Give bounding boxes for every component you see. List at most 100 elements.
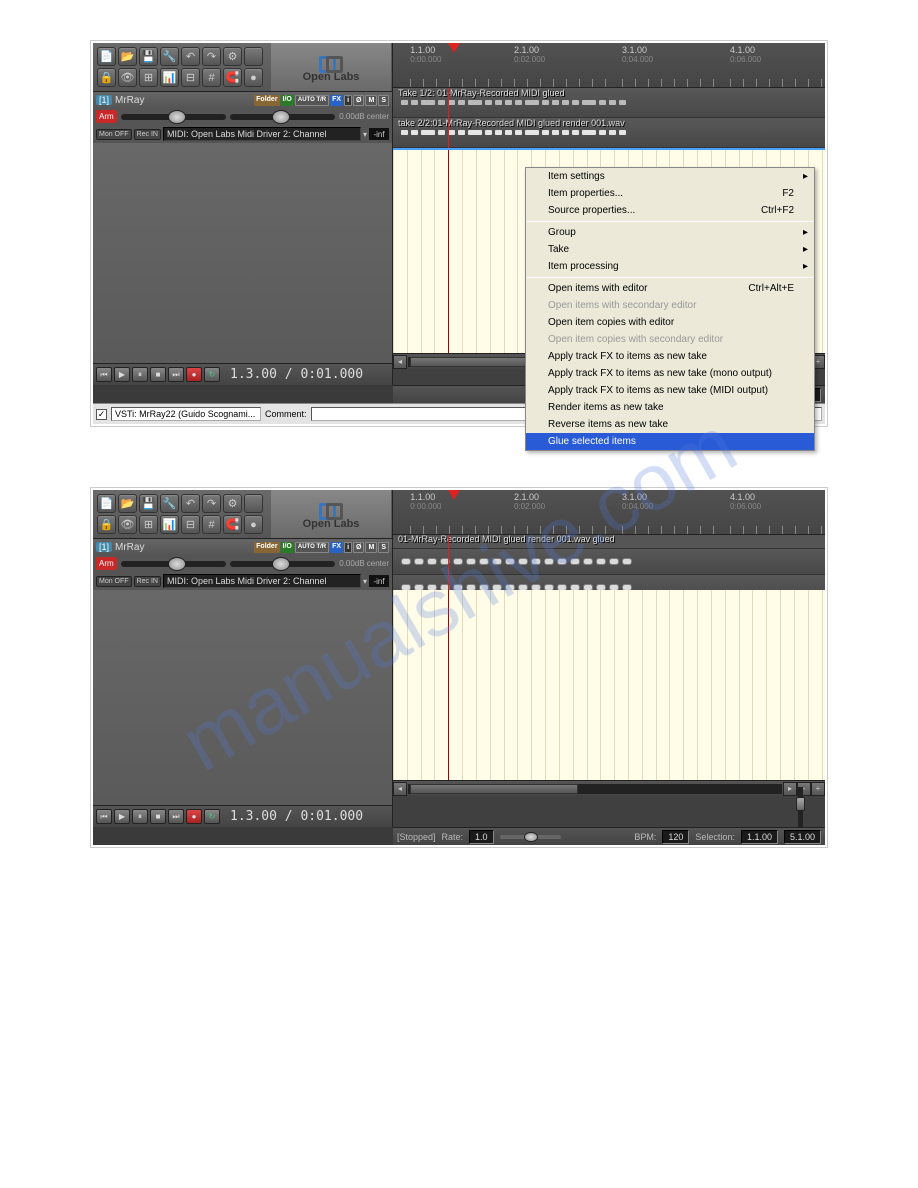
input-select[interactable]: MIDI: Open Labs Midi Driver 2: Channel [163,574,361,588]
pause-button[interactable]: ⏸ [132,367,148,382]
stop-button[interactable]: ■ [150,367,166,382]
arrange-lanes[interactable]: Take 1/2: 01-MrRay-Recorded MIDI glued t… [393,88,825,148]
tb-lock-icon[interactable]: 🔒 [97,68,116,87]
monitor-button[interactable]: Mon OFF [96,129,132,140]
tb-magnet-icon[interactable]: 🧲 [223,68,242,87]
selection-start[interactable]: 1.1.00 [741,830,778,844]
tb-magnet-icon[interactable]: 🧲 [223,515,242,534]
tb-ripple-icon[interactable]: ● [244,68,263,87]
tb-gear-icon[interactable]: ⚙ [223,494,242,513]
scroll-right-icon[interactable]: ▸ [783,782,797,796]
auto-button[interactable]: AUTO T/R [295,95,329,106]
tb-save-icon[interactable]: 💾 [139,47,158,66]
menu-item[interactable]: Take [526,241,814,258]
tb-snap-icon[interactable]: ⊟ [181,515,200,534]
fx-button[interactable]: FX [330,542,343,553]
folder-button[interactable]: Folder [254,95,279,106]
chevron-down-icon[interactable]: ▾ [363,130,367,139]
menu-item[interactable]: Apply track FX to items as new take (mon… [526,365,814,382]
solo-button[interactable]: S [378,95,389,106]
pan-slider[interactable] [230,561,335,567]
fx-name[interactable]: VSTi: MrRay22 (Guido Scognami... [111,407,261,421]
menu-item[interactable]: Apply track FX to items as new take [526,348,814,365]
chevron-down-icon[interactable]: ▾ [363,577,367,586]
forward-button[interactable]: ⏭ [168,367,184,382]
scroll-left-icon[interactable]: ◂ [393,782,407,796]
mute-button[interactable]: M [365,95,377,106]
tb-redo-icon[interactable]: ↷ [202,494,221,513]
menu-item[interactable]: Open item copies with editor [526,314,814,331]
timeline-ruler-2[interactable]: 1.1.000:00.0002.1.000:02.0003.1.000:04.0… [393,490,825,535]
tb-settings-icon[interactable]: 🔧 [160,47,179,66]
track-name[interactable]: MrRay [115,95,254,106]
tb-gear-icon[interactable]: ⚙ [223,47,242,66]
tb-ripple-icon[interactable]: ● [244,515,263,534]
fx-checkbox[interactable]: ✓ [96,409,107,420]
loop-button[interactable]: ↻ [204,367,220,382]
tb-view-icon[interactable]: 👁 [118,68,137,87]
io-button[interactable]: I/O [281,542,294,553]
record-button[interactable]: ● [186,367,202,382]
tb-mixer-icon[interactable]: 📊 [160,515,179,534]
menu-item[interactable]: Group [526,224,814,241]
selection-end[interactable]: 5.1.00 [784,830,821,844]
menu-item[interactable]: Apply track FX to items as new take (MID… [526,382,814,399]
menu-item[interactable]: Reverse items as new take [526,416,814,433]
tb-blank[interactable] [244,47,263,66]
menu-item[interactable]: Source properties...Ctrl+F2 [526,202,814,219]
tb-snap-icon[interactable]: ⊟ [181,68,200,87]
tb-grid-icon[interactable]: ⊞ [139,68,158,87]
timeline-ruler[interactable]: 1.1.000:00.0002.1.000:02.0003.1.000:04.0… [393,43,825,88]
rate-slider[interactable] [500,835,561,839]
menu-item[interactable]: Open items with editorCtrl+Alt+E [526,280,814,297]
menu-item[interactable]: Item settings [526,168,814,185]
record-button[interactable]: ● [186,809,202,824]
tb-settings-icon[interactable]: 🔧 [160,494,179,513]
tb-undo-icon[interactable]: ↶ [181,494,200,513]
arrange-grid-2[interactable] [393,590,825,780]
solo-button[interactable]: S [378,542,389,553]
tb-lock-icon[interactable]: 🔒 [97,515,116,534]
input-select[interactable]: MIDI: Open Labs Midi Driver 2: Channel [163,127,361,141]
scroll-thumb[interactable] [410,784,578,794]
forward-button[interactable]: ⏭ [168,809,184,824]
menu-item[interactable]: Item processing [526,258,814,275]
tb-new-icon[interactable]: 📄 [97,47,116,66]
arm-button[interactable]: Arm [96,557,117,570]
scroll-left-icon[interactable]: ◂ [393,355,407,369]
recmode-button[interactable]: Rec IN [134,129,161,140]
rewind-button[interactable]: ⏮ [96,367,112,382]
play-button[interactable]: ▶ [114,367,130,382]
menu-item[interactable]: Item properties...F2 [526,185,814,202]
tb-undo-icon[interactable]: ↶ [181,47,200,66]
menu-item[interactable]: Glue selected items [526,433,814,450]
mute-button[interactable]: M [365,542,377,553]
recmode-button[interactable]: Rec IN [134,576,161,587]
pause-button[interactable]: ⏸ [132,809,148,824]
tb-gridtoggle-icon[interactable]: # [202,68,221,87]
fx-button[interactable]: FX [330,95,343,106]
folder-button[interactable]: Folder [254,542,279,553]
zoom-in-icon[interactable]: + [811,782,825,796]
volume-slider[interactable] [121,561,226,567]
play-cursor-icon[interactable] [448,43,460,53]
invert-button[interactable]: i [344,95,352,106]
invert-button[interactable]: i [344,542,352,553]
tb-grid-icon[interactable]: ⊞ [139,515,158,534]
tb-open-icon[interactable]: 📂 [118,494,137,513]
tb-save-icon[interactable]: 💾 [139,494,158,513]
audio-item-top[interactable] [398,553,820,570]
menu-item[interactable]: Render items as new take [526,399,814,416]
tb-new-icon[interactable]: 📄 [97,494,116,513]
h-scrollbar-2[interactable]: ◂ ▸ - + [393,780,825,796]
arrange-lanes-2[interactable]: 01-MrRay-Recorded MIDI glued render 001.… [393,535,825,590]
arm-button[interactable]: Arm [96,110,117,123]
monitor-button[interactable]: Mon OFF [96,576,132,587]
play-cursor-icon[interactable] [448,490,460,500]
phase-button[interactable]: Ø [353,542,364,553]
loop-button[interactable]: ↻ [204,809,220,824]
bpm-value[interactable]: 120 [662,830,689,844]
rewind-button[interactable]: ⏮ [96,809,112,824]
phase-button[interactable]: Ø [353,95,364,106]
stop-button[interactable]: ■ [150,809,166,824]
